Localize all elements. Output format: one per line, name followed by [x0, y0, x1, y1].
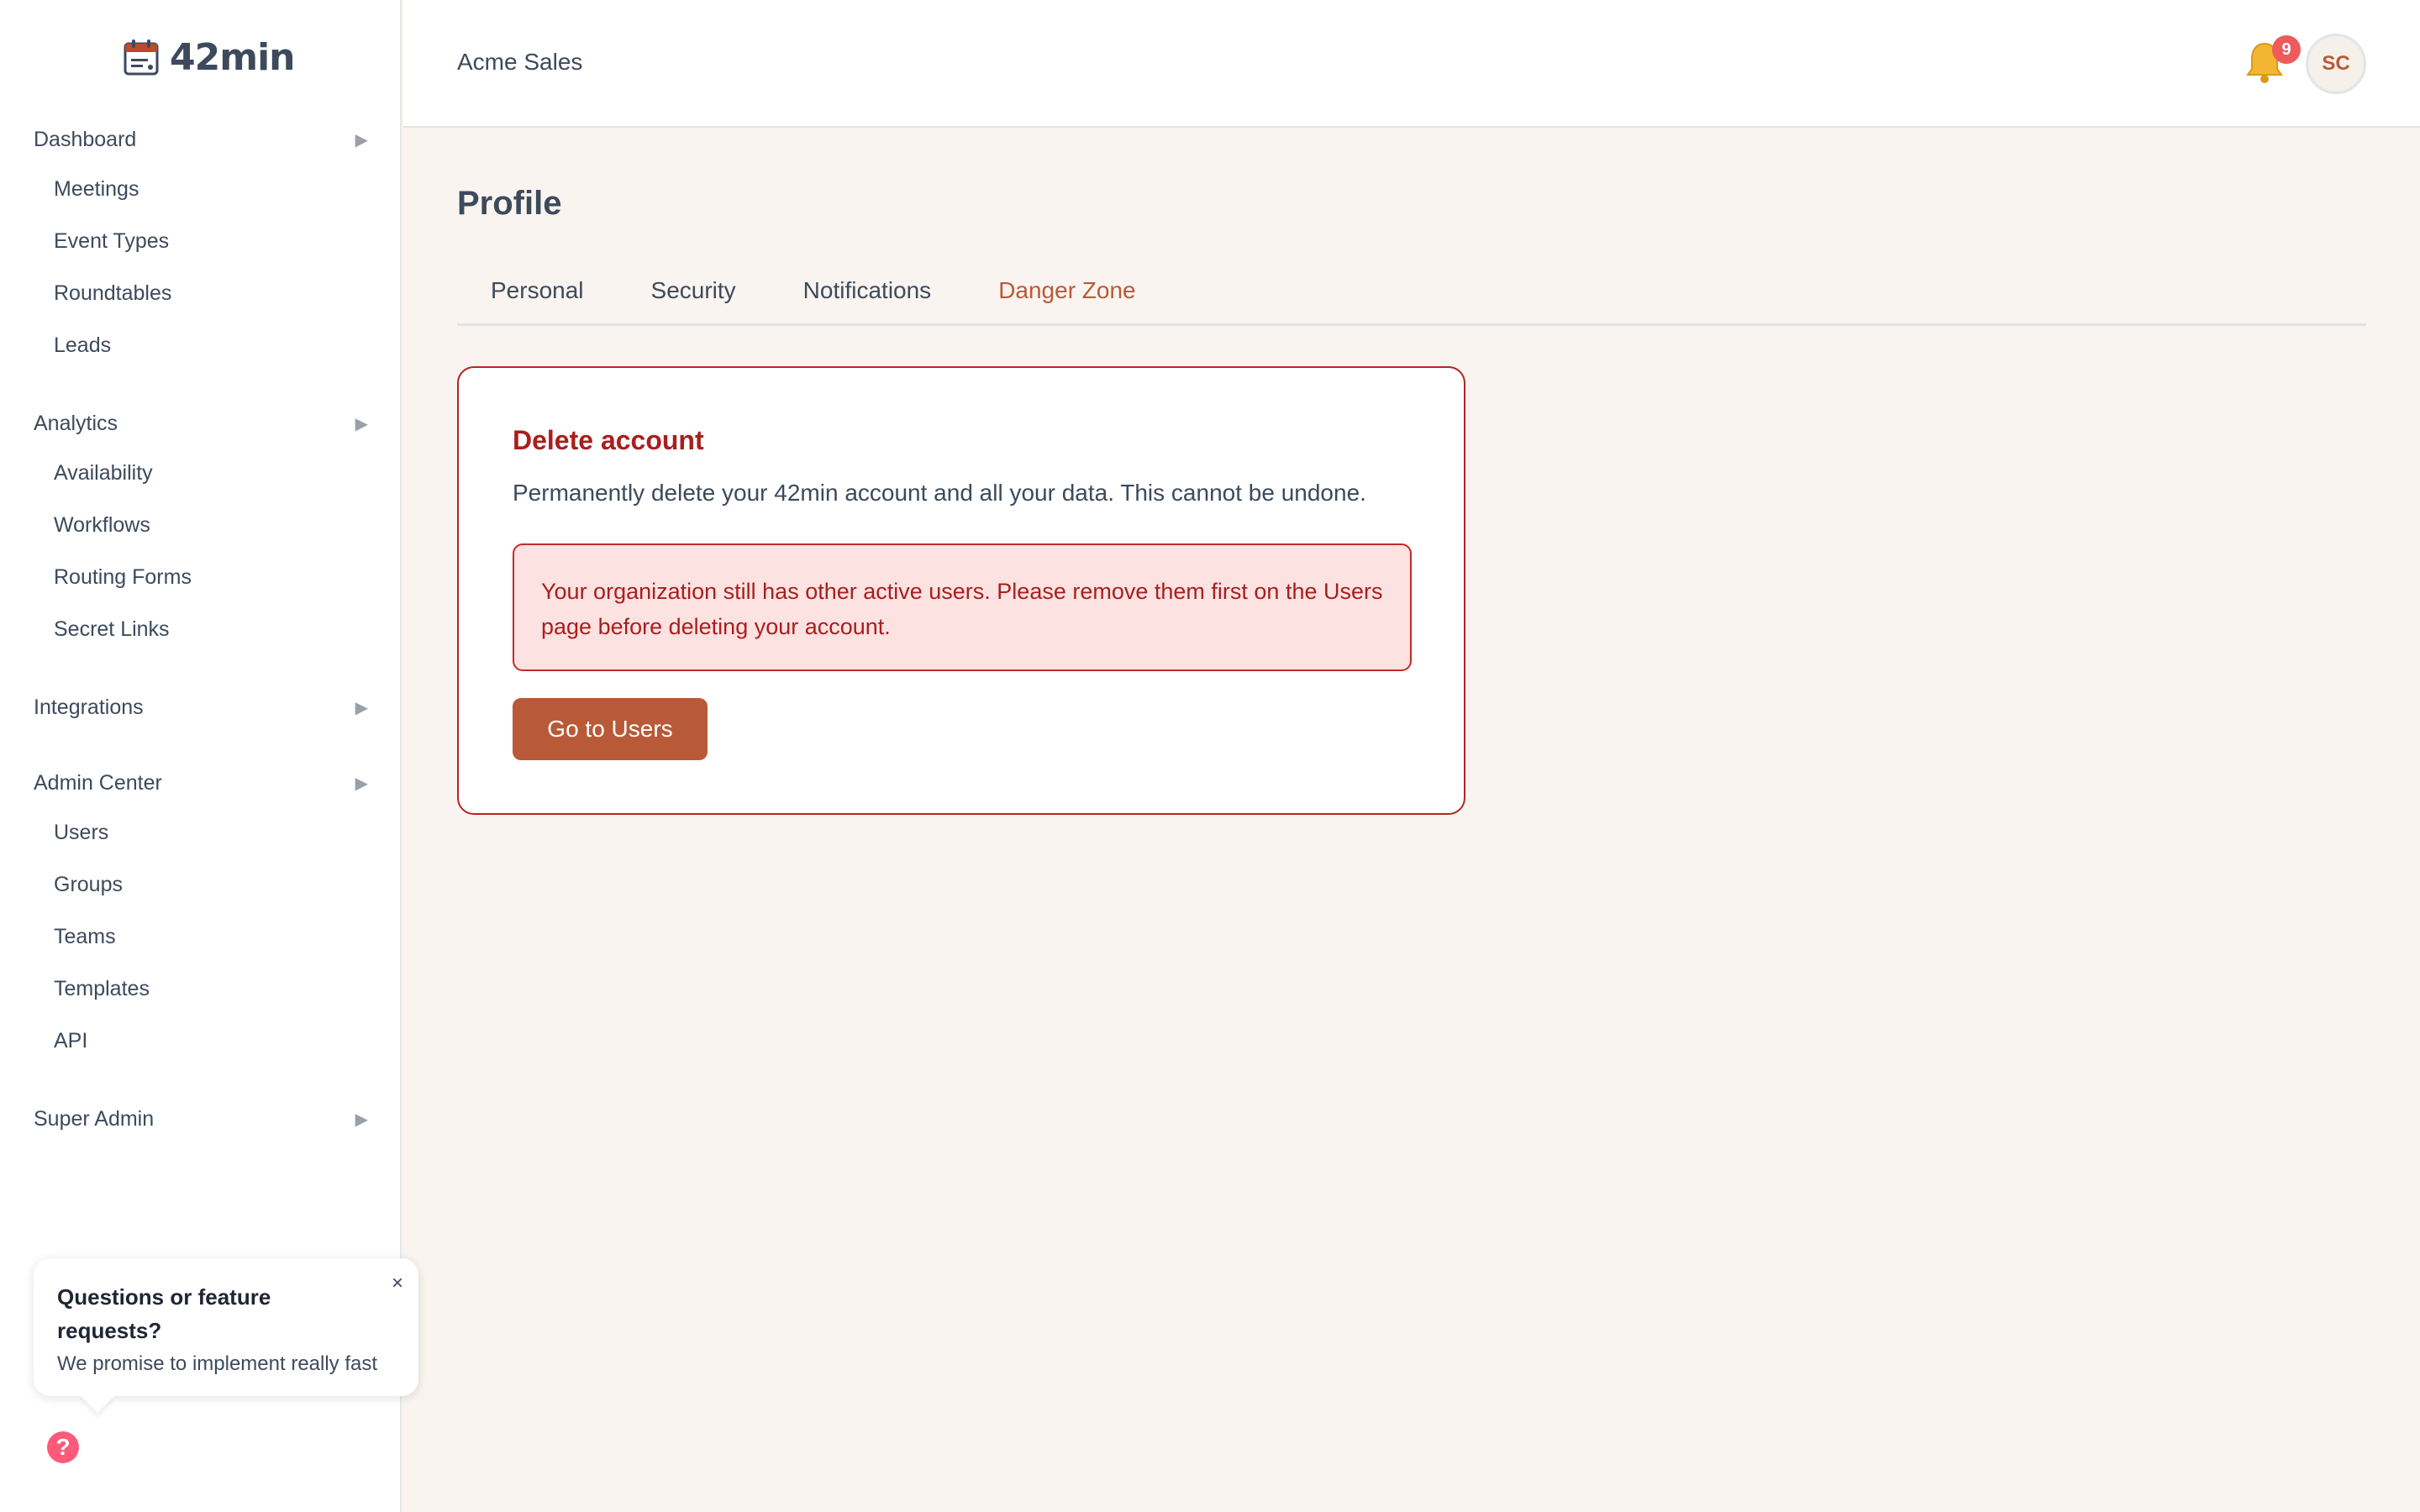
- sidebar-item-users[interactable]: Users: [0, 806, 402, 858]
- sidebar-section-analytics[interactable]: Analytics ▶: [0, 400, 402, 447]
- close-icon[interactable]: ×: [392, 1272, 403, 1295]
- profile-tabs: Personal Security Notifications Danger Z…: [457, 264, 2366, 326]
- sidebar-item-roundtables[interactable]: Roundtables: [0, 267, 402, 319]
- chevron-right-icon: ▶: [355, 774, 368, 793]
- popup-tail: [81, 1379, 114, 1413]
- chevron-right-icon: ▶: [355, 130, 368, 150]
- sidebar-item-teams[interactable]: Teams: [0, 911, 402, 963]
- sidebar-item-workflows[interactable]: Workflows: [0, 499, 402, 551]
- tab-notifications[interactable]: Notifications: [770, 264, 965, 326]
- warning-alert: Your organization still has other active…: [513, 543, 1412, 671]
- chevron-right-icon: ▶: [355, 414, 368, 433]
- sidebar-item-secret-links[interactable]: Secret Links: [0, 603, 402, 655]
- sidebar-item-event-types[interactable]: Event Types: [0, 215, 402, 267]
- card-title: Delete account: [513, 425, 704, 455]
- sidebar-nav: Dashboard ▶ Meetings Event Types Roundta…: [0, 116, 402, 1142]
- organization-name: Acme Sales: [457, 49, 583, 75]
- top-header: Acme Sales 9 SC: [403, 0, 2420, 128]
- popup-body: We promise to implement really fast: [57, 1352, 378, 1375]
- feedback-popup[interactable]: Questions or feature requests? We promis…: [34, 1258, 418, 1413]
- page-title: Profile: [457, 185, 562, 222]
- delete-account-card: Delete account Permanently delete your 4…: [457, 366, 1465, 815]
- sidebar-section-label: Integrations: [34, 695, 144, 719]
- sidebar-section-label: Admin Center: [34, 770, 162, 795]
- popup-title: Questions or feature requests?: [57, 1284, 271, 1343]
- sidebar-section-label: Analytics: [34, 411, 118, 435]
- sidebar-item-api[interactable]: API: [0, 1015, 402, 1067]
- sidebar-item-availability[interactable]: Availability: [0, 447, 402, 499]
- go-to-users-button[interactable]: Go to Users: [513, 698, 708, 760]
- tab-security[interactable]: Security: [618, 264, 770, 326]
- tab-danger-zone[interactable]: Danger Zone: [965, 264, 1169, 326]
- sidebar-section-integrations[interactable]: Integrations ▶: [0, 684, 402, 731]
- calendar-icon: [124, 39, 159, 76]
- sidebar-section-super-admin[interactable]: Super Admin ▶: [0, 1095, 402, 1142]
- sidebar-section-dashboard[interactable]: Dashboard ▶: [0, 116, 402, 163]
- sidebar-section-label: Dashboard: [34, 127, 137, 151]
- sidebar-section-admin-center[interactable]: Admin Center ▶: [0, 759, 402, 806]
- logo-text: 42min: [170, 35, 295, 79]
- avatar[interactable]: SC: [2306, 34, 2366, 94]
- sidebar-item-routing-forms[interactable]: Routing Forms: [0, 551, 402, 603]
- sidebar-item-groups[interactable]: Groups: [0, 858, 402, 911]
- chevron-right-icon: ▶: [355, 698, 368, 717]
- sidebar-section-label: Super Admin: [34, 1106, 155, 1131]
- notification-count-badge: 9: [2272, 35, 2301, 64]
- sidebar: 42min Dashboard ▶ Meetings Event Types R…: [0, 0, 418, 1512]
- help-icon[interactable]: ?: [47, 1431, 79, 1463]
- chevron-right-icon: ▶: [355, 1110, 368, 1129]
- sidebar-item-leads[interactable]: Leads: [0, 319, 402, 371]
- tab-personal[interactable]: Personal: [457, 264, 618, 326]
- sidebar-item-templates[interactable]: Templates: [0, 963, 402, 1015]
- card-description: Permanently delete your 42min account an…: [513, 480, 1366, 506]
- sidebar-item-meetings[interactable]: Meetings: [0, 163, 402, 215]
- logo[interactable]: 42min: [123, 34, 295, 81]
